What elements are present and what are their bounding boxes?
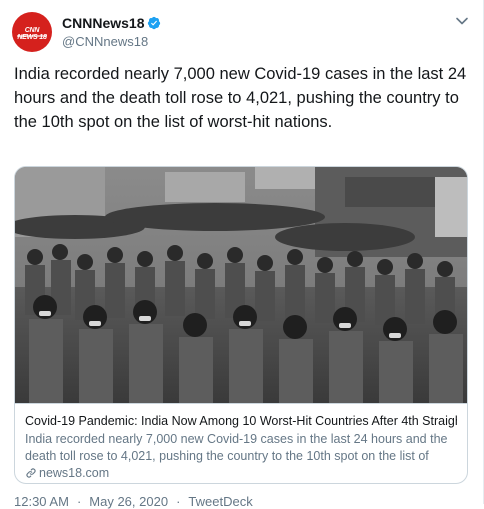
avatar-logo-bar — [17, 35, 47, 37]
avatar[interactable]: CNN NEWS 18 — [12, 12, 52, 52]
link-card[interactable]: Covid-19 Pandemic: India Now Among 10 Wo… — [14, 166, 468, 484]
tweet-source[interactable]: TweetDeck — [188, 494, 252, 509]
tweet-date[interactable]: May 26, 2020 — [89, 494, 168, 509]
tweet-text: India recorded nearly 7,000 new Covid-19… — [14, 65, 467, 131]
handle[interactable]: @CNNnews18 — [62, 34, 161, 49]
display-name-row: CNNNews18 — [62, 14, 161, 32]
card-title: Covid-19 Pandemic: India Now Among 10 Wo… — [25, 414, 457, 428]
tweet-time[interactable]: 12:30 AM — [14, 494, 69, 509]
separator-dot: · — [176, 494, 181, 509]
chevron-down-icon[interactable] — [455, 14, 469, 28]
separator-dot: · — [76, 494, 82, 509]
tweet-meta: 12:30 AM · May 26, 2020 · TweetDeck — [14, 494, 261, 509]
card-body[interactable]: Covid-19 Pandemic: India Now Among 10 Wo… — [15, 403, 467, 483]
avatar-logo-text: CNN NEWS 18 — [17, 27, 47, 41]
crowd-photo — [15, 167, 467, 403]
display-name[interactable]: CNNNews18 — [62, 15, 144, 31]
card-domain-text: news18.com — [39, 466, 110, 480]
card-domain: news18.com — [25, 465, 457, 481]
verified-icon — [148, 16, 161, 30]
card-description: India recorded nearly 7,000 new Covid-19… — [25, 432, 448, 463]
card-image[interactable] — [15, 167, 467, 403]
author-names: CNNNews18 @CNNnews18 — [62, 14, 161, 49]
tweet[interactable]: CNN NEWS 18 CNNNews18 @CNNnews18 India r… — [0, 0, 484, 509]
link-icon — [26, 468, 36, 478]
tweet-header: CNN NEWS 18 CNNNews18 @CNNnews18 — [12, 10, 471, 54]
